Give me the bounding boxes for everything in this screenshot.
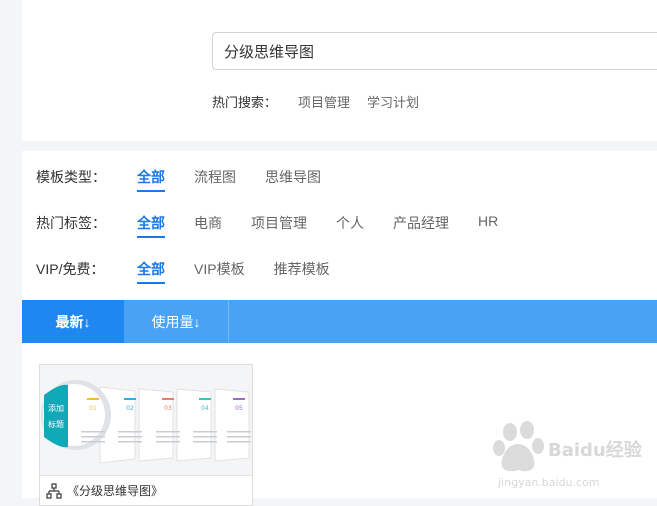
thumb-number: 02 xyxy=(126,405,134,412)
thumb-accent-line xyxy=(162,398,174,400)
thumb-text-line xyxy=(81,441,105,443)
thumb-text-line xyxy=(81,431,105,433)
sort-latest-button[interactable]: 最新↓ xyxy=(22,300,124,343)
filter-option-all[interactable]: 全部 xyxy=(137,259,165,284)
filter-option-ecommerce[interactable]: 电商 xyxy=(194,213,222,233)
filter-option-personal[interactable]: 个人 xyxy=(336,213,364,233)
filter-label: VIP/免费： xyxy=(36,261,105,277)
sort-usage-button[interactable]: 使用量↓ xyxy=(124,300,229,343)
thumb-circle-text-2: 标题 xyxy=(48,419,64,429)
thumb-text-line xyxy=(118,431,142,433)
thumb-text-line xyxy=(118,441,142,443)
thumb-text-line xyxy=(118,436,142,438)
thumb-circle-text-1: 添加 xyxy=(48,403,64,413)
filter-row-hot-tags: 热门标签： 全部 电商 项目管理 个人 产品经理 HR xyxy=(36,213,527,238)
filter-option-all[interactable]: 全部 xyxy=(137,213,165,238)
thumb-accent-line xyxy=(233,398,245,400)
search-input[interactable]: 分级思维导图 xyxy=(212,32,657,70)
baidu-paw-logo-icon: Baidu经验 jingyan.baidu.com xyxy=(493,421,643,489)
thumb-text-line xyxy=(193,436,217,438)
thumb-accent-line xyxy=(87,398,99,400)
hot-search: 热门搜索： 项目管理 学习计划 xyxy=(212,92,436,111)
filter-option-all[interactable]: 全部 xyxy=(137,167,165,192)
filter-row-vip: VIP/免费： 全部 VIP模板 推荐模板 xyxy=(36,259,359,284)
watermark-text: Baidu经验 xyxy=(548,439,643,461)
thumb-text-line xyxy=(156,431,180,433)
filter-option-recommended[interactable]: 推荐模板 xyxy=(274,259,330,279)
card-title-row: 《分级思维导图》 xyxy=(46,482,163,499)
thumb-accent-line xyxy=(124,398,136,400)
filter-option-mindmap[interactable]: 思维导图 xyxy=(265,167,321,187)
mindmap-thumbnail-graphic: 添加 标题 01 02 03 04 05 xyxy=(40,365,252,475)
filter-option-project-management[interactable]: 项目管理 xyxy=(251,213,307,233)
template-card[interactable]: 添加 标题 01 02 03 04 05 《分级思维导图》 xyxy=(39,364,253,506)
template-thumbnail: 添加 标题 01 02 03 04 05 xyxy=(40,365,252,476)
hot-search-label: 热门搜索： xyxy=(212,95,278,110)
search-input-value: 分级思维导图 xyxy=(224,43,315,61)
card-title: 《分级思维导图》 xyxy=(67,484,164,498)
thumb-text-line xyxy=(156,441,180,443)
sort-bar: 最新↓ 使用量↓ xyxy=(22,300,657,343)
thumb-number: 01 xyxy=(89,405,97,412)
baidu-jingyan-watermark: Baidu经验 jingyan.baidu.com xyxy=(478,414,653,494)
watermark-url: jingyan.baidu.com xyxy=(497,476,600,489)
filter-label: 模板类型： xyxy=(36,169,106,185)
hot-search-keyword[interactable]: 项目管理 xyxy=(298,92,350,111)
thumb-number: 04 xyxy=(201,405,209,412)
filter-option-vip-template[interactable]: VIP模板 xyxy=(194,259,245,279)
filter-row-template-type: 模板类型： 全部 流程图 思维导图 xyxy=(36,167,350,192)
thumb-number: 03 xyxy=(164,405,172,412)
filter-label: 热门标签： xyxy=(36,215,106,231)
org-chart-icon xyxy=(46,482,62,499)
filter-option-flowchart[interactable]: 流程图 xyxy=(194,167,236,187)
filter-option-product-manager[interactable]: 产品经理 xyxy=(393,213,449,233)
thumb-text-line xyxy=(227,441,251,443)
hot-search-keyword[interactable]: 学习计划 xyxy=(367,92,419,111)
thumb-text-line xyxy=(81,436,105,438)
thumb-text-line xyxy=(227,436,251,438)
filter-option-hr[interactable]: HR xyxy=(478,213,498,229)
thumb-text-line xyxy=(227,431,251,433)
thumb-text-line xyxy=(193,441,217,443)
thumb-text-line xyxy=(193,431,217,433)
thumb-text-line xyxy=(156,436,180,438)
thumb-number: 05 xyxy=(235,405,243,412)
search-panel: 分级思维导图 热门搜索： 项目管理 学习计划 xyxy=(22,0,657,141)
thumb-accent-line xyxy=(199,398,211,400)
